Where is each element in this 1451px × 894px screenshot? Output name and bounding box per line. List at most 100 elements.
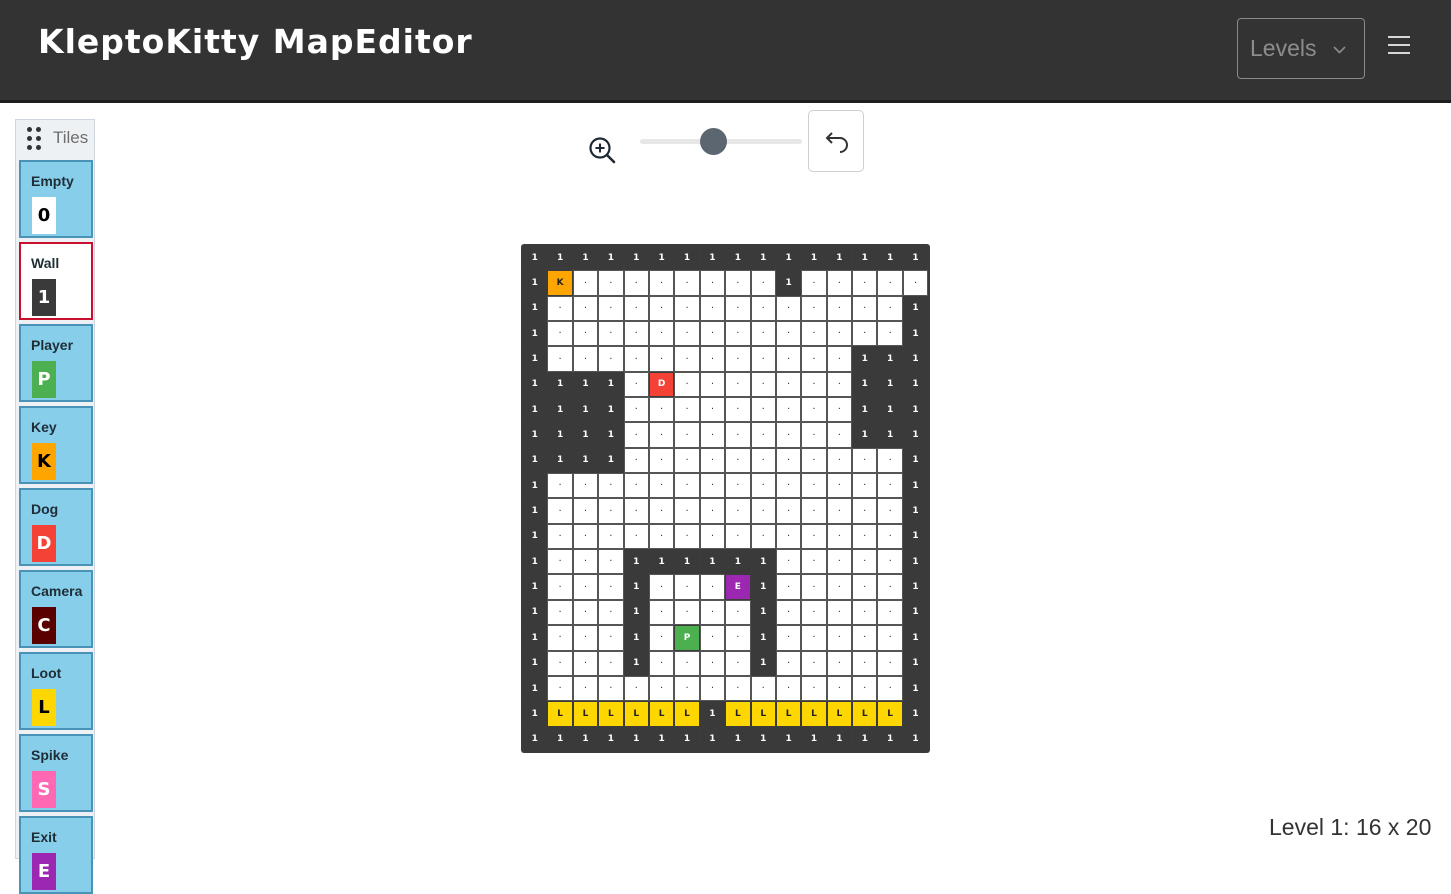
map-cell[interactable]: ·	[750, 498, 776, 524]
map-cell[interactable]: ·	[775, 397, 802, 423]
map-cell[interactable]: ·	[699, 371, 726, 398]
map-cell[interactable]: ·	[775, 675, 802, 702]
map-cell[interactable]: ·	[750, 473, 776, 499]
map-cell[interactable]: 1	[877, 397, 903, 423]
map-cell[interactable]: ·	[750, 371, 776, 398]
map-cell[interactable]: ·	[623, 523, 649, 550]
map-cell[interactable]: ·	[826, 371, 853, 398]
map-cell[interactable]: ·	[674, 650, 700, 676]
map-cell[interactable]: ·	[598, 270, 624, 296]
zoom-slider[interactable]	[640, 128, 802, 155]
map-cell[interactable]: ·	[775, 549, 802, 575]
map-cell[interactable]: 1	[623, 599, 649, 626]
map-cell[interactable]: 1	[522, 447, 548, 474]
map-cell[interactable]: ·	[572, 321, 599, 347]
map-cell[interactable]: ·	[598, 321, 624, 347]
drag-grip-icon[interactable]	[27, 127, 41, 151]
map-cell[interactable]: ·	[572, 498, 599, 524]
map-cell[interactable]: ·	[877, 321, 903, 347]
map-cell[interactable]: 1	[699, 245, 726, 271]
map-cell[interactable]: ·	[572, 523, 599, 550]
map-cell[interactable]: ·	[547, 523, 573, 550]
map-cell[interactable]: 1	[826, 245, 853, 271]
map-cell[interactable]: ·	[623, 346, 649, 372]
tile-option-loot[interactable]: Loot L	[19, 652, 93, 730]
map-cell[interactable]: ·	[598, 346, 624, 372]
map-cell[interactable]: ·	[826, 447, 853, 474]
map-cell[interactable]: ·	[826, 498, 853, 524]
map-cell[interactable]: ·	[775, 650, 802, 676]
map-cell[interactable]: ·	[750, 422, 776, 448]
map-cell[interactable]: ·	[598, 523, 624, 550]
map-cell[interactable]: ·	[852, 498, 878, 524]
undo-button[interactable]	[808, 110, 864, 172]
map-cell[interactable]: ·	[750, 321, 776, 347]
map-cell[interactable]: ·	[775, 625, 802, 651]
map-cell[interactable]: ·	[801, 650, 827, 676]
map-cell[interactable]: ·	[725, 422, 751, 448]
map-cell[interactable]: ·	[725, 650, 751, 676]
tile-option-key[interactable]: Key K	[19, 406, 93, 484]
map-cell[interactable]: ·	[725, 675, 751, 702]
map-cell[interactable]: 1	[750, 574, 776, 600]
map-cell[interactable]: 1	[801, 726, 827, 752]
map-cell[interactable]: ·	[775, 371, 802, 398]
map-cell[interactable]: 1	[547, 422, 573, 448]
map-cell[interactable]: ·	[877, 523, 903, 550]
map-cell[interactable]: 1	[902, 650, 929, 676]
map-cell[interactable]: ·	[674, 371, 700, 398]
map-cell[interactable]: ·	[648, 574, 675, 600]
map-cell[interactable]: ·	[801, 371, 827, 398]
map-cell[interactable]: 1	[522, 625, 548, 651]
map-cell[interactable]: 1	[902, 295, 929, 322]
map-cell[interactable]: 1	[852, 346, 878, 372]
map-cell[interactable]: ·	[877, 473, 903, 499]
map-cell[interactable]: 1	[775, 270, 802, 296]
map-cell[interactable]: ·	[852, 295, 878, 322]
map-cell[interactable]: 1	[750, 245, 776, 271]
map-cell[interactable]: ·	[852, 675, 878, 702]
map-cell[interactable]: ·	[775, 523, 802, 550]
map-cell[interactable]: ·	[877, 270, 903, 296]
map-cell[interactable]: 1	[902, 346, 929, 372]
map-cell[interactable]: ·	[699, 295, 726, 322]
map-cell[interactable]: 1	[572, 447, 599, 474]
map-cell[interactable]: 1	[598, 371, 624, 398]
map-cell[interactable]: ·	[648, 422, 675, 448]
map-cell[interactable]: ·	[699, 498, 726, 524]
map-cell[interactable]: ·	[801, 422, 827, 448]
map-cell[interactable]: ·	[826, 270, 853, 296]
map-cell[interactable]: ·	[674, 574, 700, 600]
map-cell[interactable]: ·	[623, 270, 649, 296]
map-cell[interactable]: ·	[699, 650, 726, 676]
map-cell[interactable]: 1	[674, 726, 700, 752]
map-cell[interactable]: ·	[623, 397, 649, 423]
map-cell[interactable]: ·	[572, 625, 599, 651]
tiles-panel-header[interactable]: Tiles	[16, 120, 94, 156]
map-cell[interactable]: 1	[598, 447, 624, 474]
map-cell[interactable]: ·	[750, 346, 776, 372]
map-cell[interactable]: 1	[750, 599, 776, 626]
map-cell[interactable]: 1	[572, 397, 599, 423]
map-cell[interactable]: 1	[826, 726, 853, 752]
map-cell[interactable]: 1	[775, 726, 802, 752]
map-cell[interactable]: 1	[877, 726, 903, 752]
map-cell[interactable]: ·	[877, 549, 903, 575]
map-cell[interactable]: ·	[572, 574, 599, 600]
map-cell[interactable]: ·	[598, 498, 624, 524]
map-cell[interactable]: 1	[522, 599, 548, 626]
map-cell[interactable]: 1	[623, 650, 649, 676]
map-cell[interactable]: ·	[801, 295, 827, 322]
map-cell[interactable]: 1	[852, 371, 878, 398]
map-cell[interactable]: ·	[750, 270, 776, 296]
map-cell[interactable]: ·	[674, 473, 700, 499]
map-cell[interactable]: 1	[902, 371, 929, 398]
map-cell[interactable]: ·	[699, 574, 726, 600]
map-cell[interactable]: ·	[699, 321, 726, 347]
map-cell[interactable]: ·	[598, 473, 624, 499]
map-cell[interactable]: ·	[674, 422, 700, 448]
map-cell[interactable]: ·	[750, 295, 776, 322]
map-cell[interactable]: 1	[725, 549, 751, 575]
map-cell[interactable]: ·	[547, 574, 573, 600]
map-cell[interactable]: ·	[826, 574, 853, 600]
